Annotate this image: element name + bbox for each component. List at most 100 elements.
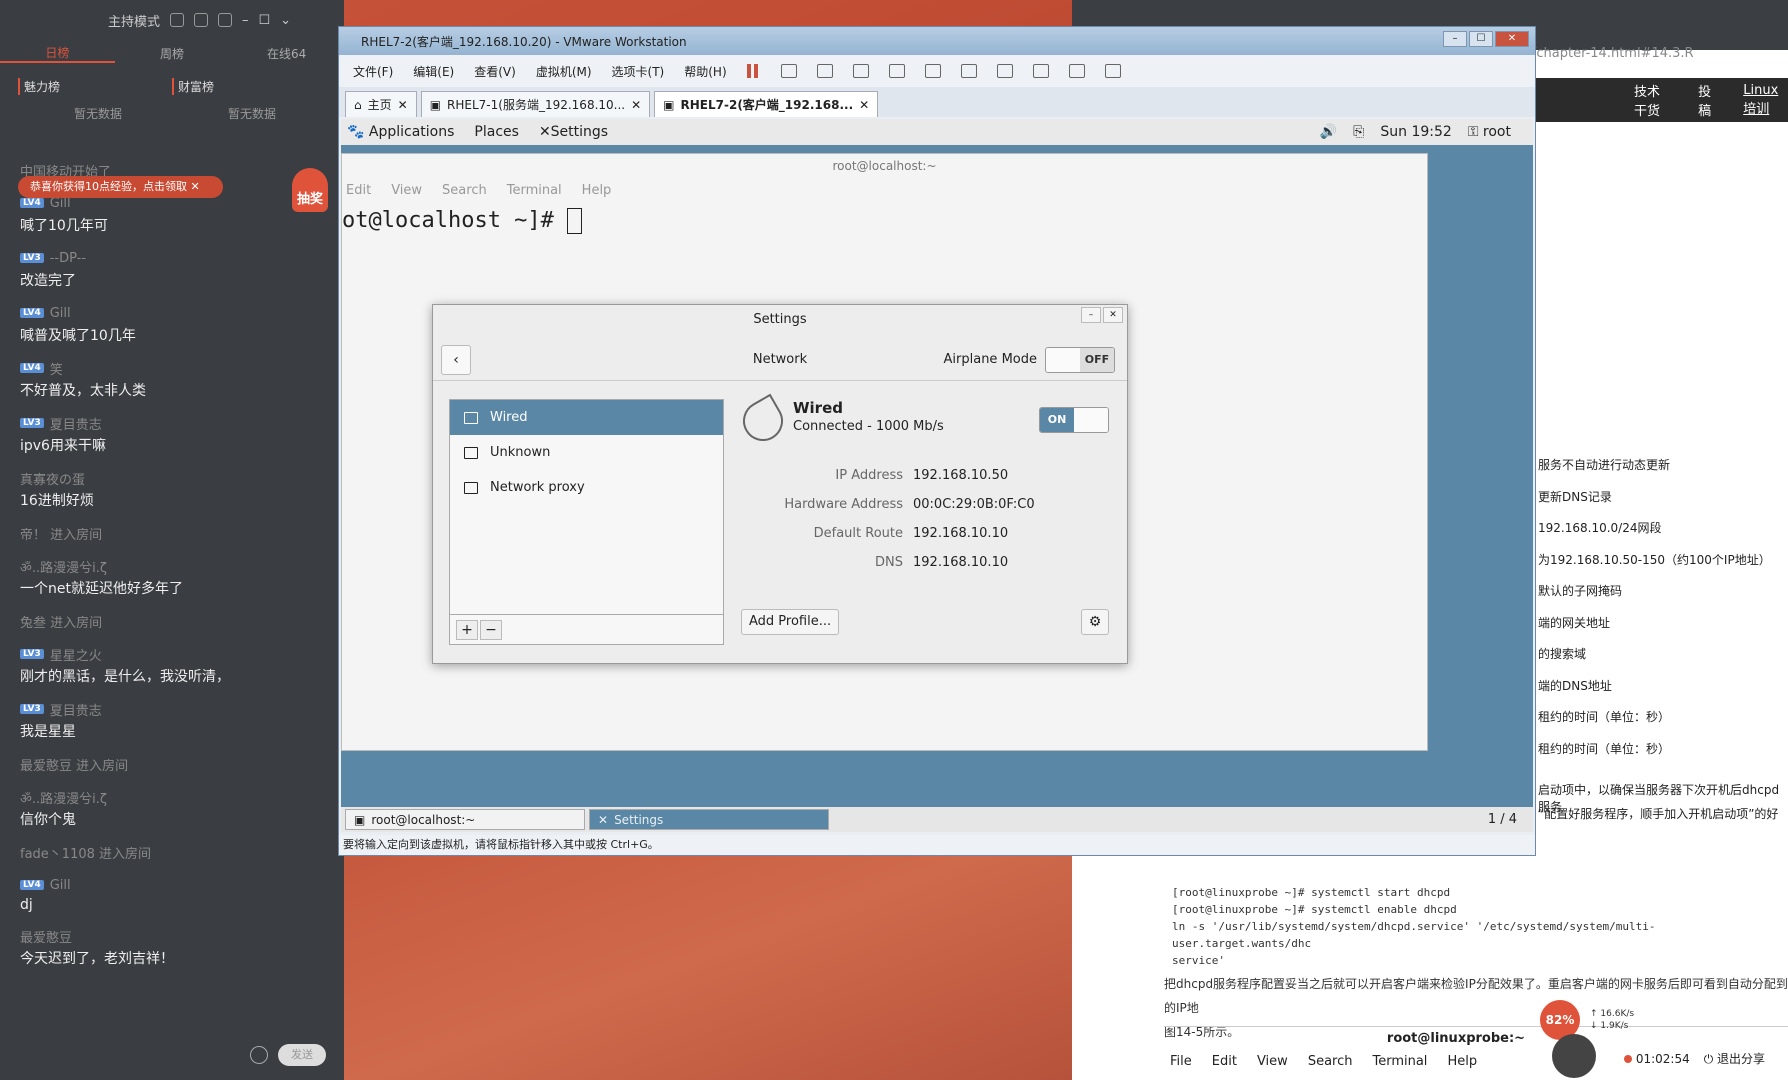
device-wired[interactable]: Wired [450,400,723,435]
chat-user[interactable]: ॐ..路漫漫兮i.ζ [20,556,330,576]
wired-icon [464,411,478,424]
stretch-icon[interactable] [1104,64,1121,78]
gear-icon[interactable]: ⚙ [1081,609,1109,635]
user-menu[interactable]: ⚿ root [1468,124,1511,140]
places-menu[interactable]: Places [474,124,519,140]
term-menu-search[interactable]: Search [442,183,487,198]
device-unknown[interactable]: Unknown [450,435,723,470]
chat-message: LV3 星星之火 刚才的黑话，是什么，我没听清， [20,644,330,686]
term-menu-edit[interactable]: Edit [346,183,371,198]
send-keys-icon[interactable] [780,64,797,78]
chat-user[interactable]: LV3 星星之火 [20,644,330,664]
terminal-window[interactable]: root@localhost:~ Edit View Search Termin… [341,153,1428,751]
chat-user[interactable]: 最爱憨豆 进入房间 [20,754,330,774]
snapshot-icon[interactable] [816,64,833,78]
task-settings[interactable]: ✕ Settings [589,809,829,830]
tab-daily[interactable]: 日榜 [0,44,115,63]
chat-user[interactable]: 帝！ 进入房间 [20,523,330,543]
menu-view[interactable]: 查看(V) [474,63,516,80]
chat-user[interactable]: LV4 Gill [20,875,330,895]
live-timer: 01:02:54 [1635,1051,1690,1066]
chat-user[interactable]: 真寡夜の蛋 [20,468,330,488]
chat-user[interactable]: 最爱憨豆 [20,926,330,946]
chat-message: LV4 笑不好普及，太非人类 [20,358,330,400]
address-bar[interactable]: /chapter-14.html#14.3.R [1532,46,1694,61]
menu-vm[interactable]: 虚拟机(M) [536,63,592,80]
console-icon[interactable] [1068,64,1085,78]
minimize-icon[interactable]: – [242,13,249,28]
terminal-prompt[interactable]: ot@localhost ~]# [342,208,1427,234]
task-terminal[interactable]: ▣ root@localhost:~ [345,809,585,830]
term-menu-help[interactable]: Help [582,183,612,198]
share-icon[interactable] [194,13,209,27]
workspace-pager[interactable]: 1 / 4 [1488,812,1517,827]
chat-user[interactable]: fade丶1108 进入房间 [20,842,330,862]
menu-edit[interactable]: 编辑(E) [413,63,454,80]
chat-user[interactable]: LV4 笑 [20,358,330,378]
maximize-icon[interactable]: ☐ [259,13,271,28]
settings-icon[interactable] [170,13,185,27]
library-icon[interactable] [924,64,941,78]
close-button[interactable]: ✕ [1495,31,1529,47]
chat-user[interactable]: LV3 --DP-- [20,248,330,268]
device-network-proxy[interactable]: Network proxy [450,470,723,505]
pause-icon[interactable] [746,64,761,78]
chat-user[interactable]: LV3 夏目贵志 [20,413,330,433]
tab-weekly[interactable]: 周榜 [115,45,230,62]
chat-user[interactable]: LV4 Gill [20,303,330,323]
settings-app-menu[interactable]: ✕Settings [539,124,608,140]
code-block: [root@linuxprobe ~]# systemctl start dhc… [1172,884,1788,969]
close-tab-icon[interactable]: ✕ [631,98,641,112]
collapse-icon[interactable]: ⌄ [280,13,291,28]
emoji-icon[interactable] [250,1046,268,1064]
wired-toggle[interactable]: ON [1039,407,1109,433]
volume-icon[interactable]: 🔊 [1320,124,1337,140]
clock[interactable]: Sun 19:52 [1380,124,1451,140]
tab-home[interactable]: ⌂ 主页 ✕ [345,91,417,117]
airplane-mode-toggle[interactable]: OFF [1045,346,1115,373]
close-tab-icon[interactable]: ✕ [398,98,408,112]
detail-value: 192.168.10.10 [913,555,1009,570]
menu-help[interactable]: 帮助(H) [684,63,726,80]
tab-rhel7-1[interactable]: ▣ RHEL7-1(服务端_192.168.10... ✕ [420,91,651,117]
exit-share-button[interactable]: ⏻ 退出分享 [1704,1050,1765,1067]
tab-rhel7-2[interactable]: ▣ RHEL7-2(客户端_192.168... ✕ [654,91,879,117]
add-device-button[interactable]: + [456,619,478,640]
add-profile-button[interactable]: Add Profile... [741,609,840,635]
revert-snapshot-icon[interactable] [852,64,869,78]
chat-messages: 中国移动开始了 LV4 Gill 喊了10几年可 LV3 --DP-- 改造完了 LV4 Gil… [20,160,330,981]
menu-tabs[interactable]: 选项卡(T) [612,63,665,80]
unity-icon[interactable] [1032,64,1049,78]
maximize-button[interactable]: ☐ [1469,31,1493,47]
term-menu-terminal[interactable]: Terminal [507,183,562,198]
guest-desktop[interactable]: 🐾 Applications Places ✕ Settings 🔊 ⎘ Sun … [341,119,1533,832]
minimize-button[interactable]: – [1443,31,1467,47]
term-menu-view[interactable]: View [391,183,422,198]
remove-device-button[interactable]: − [480,619,502,640]
nav-submit[interactable]: 投稿 [1698,81,1717,119]
network-icon[interactable]: ⎘ [1353,124,1364,140]
applications-menu[interactable]: 🐾 Applications [347,124,454,140]
send-button[interactable]: 发送 [278,1044,326,1066]
nav-tech[interactable]: 技术干货 [1634,81,1672,119]
code-line: service' [1172,954,1225,967]
chat-message: ॐ..路漫漫兮i.ζ 信你个鬼 [20,787,330,829]
chat-user[interactable]: LV3 夏目贵志 [20,699,330,719]
menu-icon[interactable] [218,13,233,27]
chat-text: 不好普及，太非人类 [20,383,146,399]
chat-user[interactable]: 兔叁 进入房间 [20,611,330,631]
snapshot-manager-icon[interactable] [888,64,905,78]
chat-user[interactable]: ॐ..路漫漫兮i.ζ [20,787,330,807]
nav-linux-training[interactable]: Linux培训 [1743,83,1788,117]
thumbnail-icon[interactable] [960,64,977,78]
minimize-button[interactable]: – [1081,307,1101,323]
menu-file[interactable]: 文件(F) [353,63,393,80]
rank-tabs: 日榜 周榜 在线64 [0,40,344,66]
close-button[interactable]: ✕ [1103,307,1123,323]
exp-notice[interactable]: 恭喜你获得10点经验，点击领取 ✕ [18,176,223,198]
vmware-title: RHEL7-2(客户端_192.168.10.20) - VMware Work… [361,34,687,49]
fullscreen-icon[interactable] [996,64,1013,78]
tab-online[interactable]: 在线64 [229,45,344,62]
lottery-button[interactable]: 抽奖 [292,168,328,212]
close-tab-icon[interactable]: ✕ [859,98,869,112]
